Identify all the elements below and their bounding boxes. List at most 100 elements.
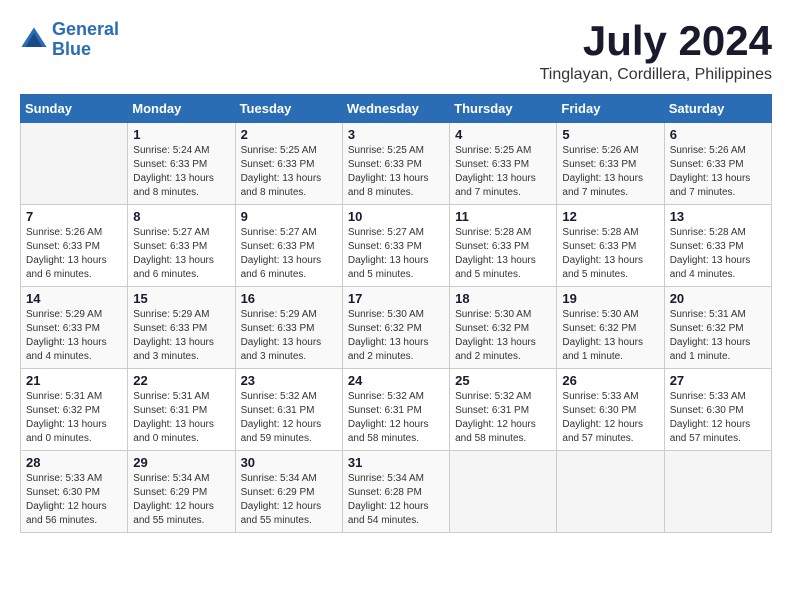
day-number: 24: [348, 373, 444, 388]
day-cell: 8Sunrise: 5:27 AM Sunset: 6:33 PM Daylig…: [128, 205, 235, 287]
day-number: 23: [241, 373, 337, 388]
day-number: 19: [562, 291, 658, 306]
calendar-title: July 2024: [540, 20, 772, 62]
day-cell: 10Sunrise: 5:27 AM Sunset: 6:33 PM Dayli…: [342, 205, 449, 287]
header-row: SundayMondayTuesdayWednesdayThursdayFrid…: [21, 95, 772, 123]
day-cell: 2 Sunrise: 5:25 AM Sunset: 6:33 PM Daylig…: [235, 123, 342, 205]
day-number: 4: [455, 127, 551, 142]
day-cell: 18Sunrise: 5:30 AM Sunset: 6:32 PM Dayli…: [450, 287, 557, 369]
day-info: Sunrise: 5:31 AM Sunset: 6:31 PM Dayligh…: [133, 390, 229, 446]
day-number: 9: [241, 209, 337, 224]
day-info: Sunrise: 5:30 AM Sunset: 6:32 PM Dayligh…: [348, 308, 444, 364]
day-number: 3: [348, 127, 444, 142]
day-number: 11: [455, 209, 551, 224]
week-row-3: 14 Sunrise: 5:29 AM Sunset: 6:33 PM Dayli…: [21, 287, 772, 369]
day-cell: 14Sunrise: 5:29 AM Sunset: 6:33 PM Dayli…: [21, 287, 128, 369]
day-info: Sunrise: 5:32 AM Sunset: 6:31 PM Dayligh…: [241, 390, 337, 446]
day-info: Sunrise: 5:33 AM Sunset: 6:30 PM Dayligh…: [670, 390, 766, 446]
calendar-body: 1 Sunrise: 5:24 AM Sunset: 6:33 PM Daylig…: [21, 123, 772, 533]
day-cell: 13 Sunrise: 5:28 AM Sunset: 6:33 PM Dayli…: [664, 205, 771, 287]
day-info: Sunrise: 5:28 AM Sunset: 6:33 PM Dayligh…: [562, 226, 658, 282]
day-number: 2: [241, 127, 337, 142]
day-cell: 9 Sunrise: 5:27 AM Sunset: 6:33 PM Daylig…: [235, 205, 342, 287]
day-cell: 11 Sunrise: 5:28 AM Sunset: 6:33 PM Dayli…: [450, 205, 557, 287]
day-cell: 25 Sunrise: 5:32 AM Sunset: 6:31 PM Dayli…: [450, 369, 557, 451]
calendar-location: Tinglayan, Cordillera, Philippines: [540, 66, 772, 84]
day-cell: 15 Sunrise: 5:29 AM Sunset: 6:33 PM Dayli…: [128, 287, 235, 369]
day-info: Sunrise: 5:28 AM Sunset: 6:33 PM Dayligh…: [455, 226, 551, 282]
day-info: Sunrise: 5:34 AM Sunset: 6:29 PM Dayligh…: [241, 472, 337, 528]
day-info: Sunrise: 5:33 AM Sunset: 6:30 PM Dayligh…: [26, 472, 122, 528]
day-cell: 12Sunrise: 5:28 AM Sunset: 6:33 PM Dayli…: [557, 205, 664, 287]
day-number: 1: [133, 127, 229, 142]
header-cell-monday: Monday: [128, 95, 235, 123]
day-cell: 20 Sunrise: 5:31 AM Sunset: 6:32 PM Dayli…: [664, 287, 771, 369]
day-info: Sunrise: 5:30 AM Sunset: 6:32 PM Dayligh…: [455, 308, 551, 364]
day-number: 27: [670, 373, 766, 388]
day-info: Sunrise: 5:28 AM Sunset: 6:33 PM Dayligh…: [670, 226, 766, 282]
day-cell: 6Sunrise: 5:26 AM Sunset: 6:33 PM Daylig…: [664, 123, 771, 205]
day-info: Sunrise: 5:29 AM Sunset: 6:33 PM Dayligh…: [133, 308, 229, 364]
day-number: 15: [133, 291, 229, 306]
logo: General Blue: [20, 20, 119, 60]
day-number: 16: [241, 291, 337, 306]
day-cell: 21 Sunrise: 5:31 AM Sunset: 6:32 PM Dayli…: [21, 369, 128, 451]
day-info: Sunrise: 5:33 AM Sunset: 6:30 PM Dayligh…: [562, 390, 658, 446]
day-number: 28: [26, 455, 122, 470]
day-cell: 22 Sunrise: 5:31 AM Sunset: 6:31 PM Dayli…: [128, 369, 235, 451]
day-number: 13: [670, 209, 766, 224]
week-row-1: 1 Sunrise: 5:24 AM Sunset: 6:33 PM Daylig…: [21, 123, 772, 205]
day-cell: 17 Sunrise: 5:30 AM Sunset: 6:32 PM Dayli…: [342, 287, 449, 369]
day-number: 5: [562, 127, 658, 142]
day-info: Sunrise: 5:31 AM Sunset: 6:32 PM Dayligh…: [670, 308, 766, 364]
day-number: 7: [26, 209, 122, 224]
day-number: 26: [562, 373, 658, 388]
header-cell-thursday: Thursday: [450, 95, 557, 123]
logo-text: General Blue: [52, 20, 119, 60]
day-info: Sunrise: 5:26 AM Sunset: 6:33 PM Dayligh…: [562, 144, 658, 200]
day-info: Sunrise: 5:31 AM Sunset: 6:32 PM Dayligh…: [26, 390, 122, 446]
header-cell-tuesday: Tuesday: [235, 95, 342, 123]
day-cell: [450, 451, 557, 533]
calendar-table: SundayMondayTuesdayWednesdayThursdayFrid…: [20, 94, 772, 533]
day-cell: 26 Sunrise: 5:33 AM Sunset: 6:30 PM Dayli…: [557, 369, 664, 451]
day-info: Sunrise: 5:29 AM Sunset: 6:33 PM Dayligh…: [241, 308, 337, 364]
calendar-header: SundayMondayTuesdayWednesdayThursdayFrid…: [21, 95, 772, 123]
day-cell: 29 Sunrise: 5:34 AM Sunset: 6:29 PM Dayli…: [128, 451, 235, 533]
week-row-2: 7 Sunrise: 5:26 AM Sunset: 6:33 PM Daylig…: [21, 205, 772, 287]
day-cell: 7 Sunrise: 5:26 AM Sunset: 6:33 PM Daylig…: [21, 205, 128, 287]
day-info: Sunrise: 5:27 AM Sunset: 6:33 PM Dayligh…: [241, 226, 337, 282]
day-number: 10: [348, 209, 444, 224]
header-cell-saturday: Saturday: [664, 95, 771, 123]
day-number: 20: [670, 291, 766, 306]
day-number: 25: [455, 373, 551, 388]
day-info: Sunrise: 5:24 AM Sunset: 6:33 PM Dayligh…: [133, 144, 229, 200]
day-cell: 30Sunrise: 5:34 AM Sunset: 6:29 PM Dayli…: [235, 451, 342, 533]
day-info: Sunrise: 5:26 AM Sunset: 6:33 PM Dayligh…: [26, 226, 122, 282]
logo-icon: [20, 26, 48, 54]
day-info: Sunrise: 5:25 AM Sunset: 6:33 PM Dayligh…: [241, 144, 337, 200]
day-cell: 24Sunrise: 5:32 AM Sunset: 6:31 PM Dayli…: [342, 369, 449, 451]
day-cell: [557, 451, 664, 533]
header-cell-sunday: Sunday: [21, 95, 128, 123]
day-cell: 5 Sunrise: 5:26 AM Sunset: 6:33 PM Daylig…: [557, 123, 664, 205]
title-area: July 2024 Tinglayan, Cordillera, Philipp…: [540, 20, 772, 84]
day-number: 14: [26, 291, 122, 306]
day-cell: 1 Sunrise: 5:24 AM Sunset: 6:33 PM Daylig…: [128, 123, 235, 205]
day-cell: 4Sunrise: 5:25 AM Sunset: 6:33 PM Daylig…: [450, 123, 557, 205]
day-cell: [21, 123, 128, 205]
day-number: 21: [26, 373, 122, 388]
day-info: Sunrise: 5:30 AM Sunset: 6:32 PM Dayligh…: [562, 308, 658, 364]
day-info: Sunrise: 5:26 AM Sunset: 6:33 PM Dayligh…: [670, 144, 766, 200]
day-number: 22: [133, 373, 229, 388]
day-number: 17: [348, 291, 444, 306]
day-number: 29: [133, 455, 229, 470]
header-cell-friday: Friday: [557, 95, 664, 123]
day-cell: 28 Sunrise: 5:33 AM Sunset: 6:30 PM Dayli…: [21, 451, 128, 533]
day-info: Sunrise: 5:32 AM Sunset: 6:31 PM Dayligh…: [455, 390, 551, 446]
day-info: Sunrise: 5:34 AM Sunset: 6:28 PM Dayligh…: [348, 472, 444, 528]
day-cell: [664, 451, 771, 533]
day-cell: 23 Sunrise: 5:32 AM Sunset: 6:31 PM Dayli…: [235, 369, 342, 451]
week-row-4: 21 Sunrise: 5:31 AM Sunset: 6:32 PM Dayli…: [21, 369, 772, 451]
day-info: Sunrise: 5:34 AM Sunset: 6:29 PM Dayligh…: [133, 472, 229, 528]
